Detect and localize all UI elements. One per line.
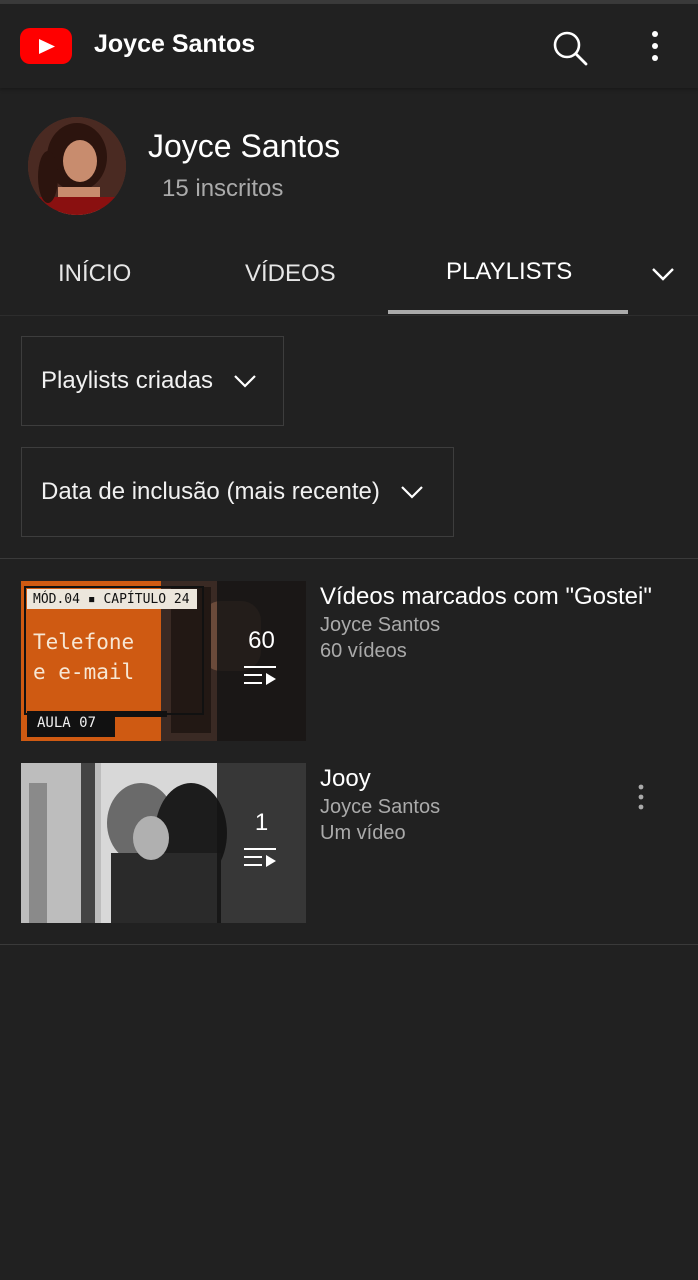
playlist-title[interactable]: Jooy	[320, 765, 371, 793]
thumbnail-headline: e e-mail	[33, 660, 135, 684]
playlist-type-dropdown[interactable]: Playlists criadas	[21, 336, 284, 426]
list-divider	[0, 944, 698, 945]
playlist-play-icon	[244, 666, 276, 685]
tab-inicio[interactable]: INÍCIO	[58, 260, 131, 288]
playlist-video-count: 1	[254, 809, 269, 836]
thumbnail-bottom-tag: AULA 07	[37, 715, 97, 731]
playlist-type-label: Playlists criadas	[41, 367, 214, 394]
playlist-owner: Joyce Santos	[320, 614, 441, 636]
active-tab-indicator	[388, 310, 628, 314]
sort-dropdown[interactable]: Data de inclusão (mais recente)	[21, 447, 454, 537]
playlist-play-icon	[244, 848, 276, 867]
list-divider	[0, 558, 698, 559]
tab-videos[interactable]: VÍDEOS	[245, 260, 336, 288]
channel-name: Joyce Santos	[148, 128, 341, 164]
more-vert-icon[interactable]	[631, 783, 651, 817]
sort-label: Data de inclusão (mais recente)	[41, 478, 380, 505]
tab-playlists[interactable]: PLAYLISTS	[446, 258, 572, 286]
subscriber-count: 15 inscritos	[162, 175, 284, 202]
search-icon[interactable]	[548, 26, 592, 70]
app-bar: Joyce Santos	[0, 4, 698, 88]
playlist-owner: Joyce Santos	[320, 796, 441, 818]
playlist-video-count-text: Um vídeo	[320, 822, 406, 844]
thumbnail-top-tag: MÓD.04 ▪ CAPÍTULO 24	[33, 592, 190, 607]
playlist-count-overlay: 1	[217, 763, 306, 923]
chevron-down-icon	[234, 375, 256, 388]
playlist-thumbnail[interactable]: 1	[21, 763, 306, 923]
thumbnail-headline: Telefone	[33, 630, 135, 654]
chevron-down-icon[interactable]	[650, 264, 676, 284]
playlist-item[interactable]: MÓD.04 ▪ CAPÍTULO 24 Telefone e e-mail A…	[21, 581, 681, 741]
playlist-title[interactable]: Vídeos marcados com "Gostei"	[320, 583, 652, 611]
more-vert-icon[interactable]	[640, 26, 670, 70]
app-bar-title: Joyce Santos	[94, 30, 256, 58]
playlist-video-count-text: 60 vídeos	[320, 640, 407, 662]
playlist-video-count: 60	[248, 627, 275, 654]
playlist-thumbnail[interactable]: MÓD.04 ▪ CAPÍTULO 24 Telefone e e-mail A…	[21, 581, 306, 741]
chevron-down-icon	[401, 486, 423, 499]
youtube-logo-icon[interactable]	[20, 28, 72, 64]
playlist-count-overlay: 60	[217, 581, 306, 741]
channel-tabs: INÍCIO VÍDEOS PLAYLISTS	[0, 240, 698, 316]
channel-avatar	[28, 117, 126, 215]
playlist-item[interactable]: 1 Jooy Joyce Santos Um vídeo	[21, 763, 681, 923]
